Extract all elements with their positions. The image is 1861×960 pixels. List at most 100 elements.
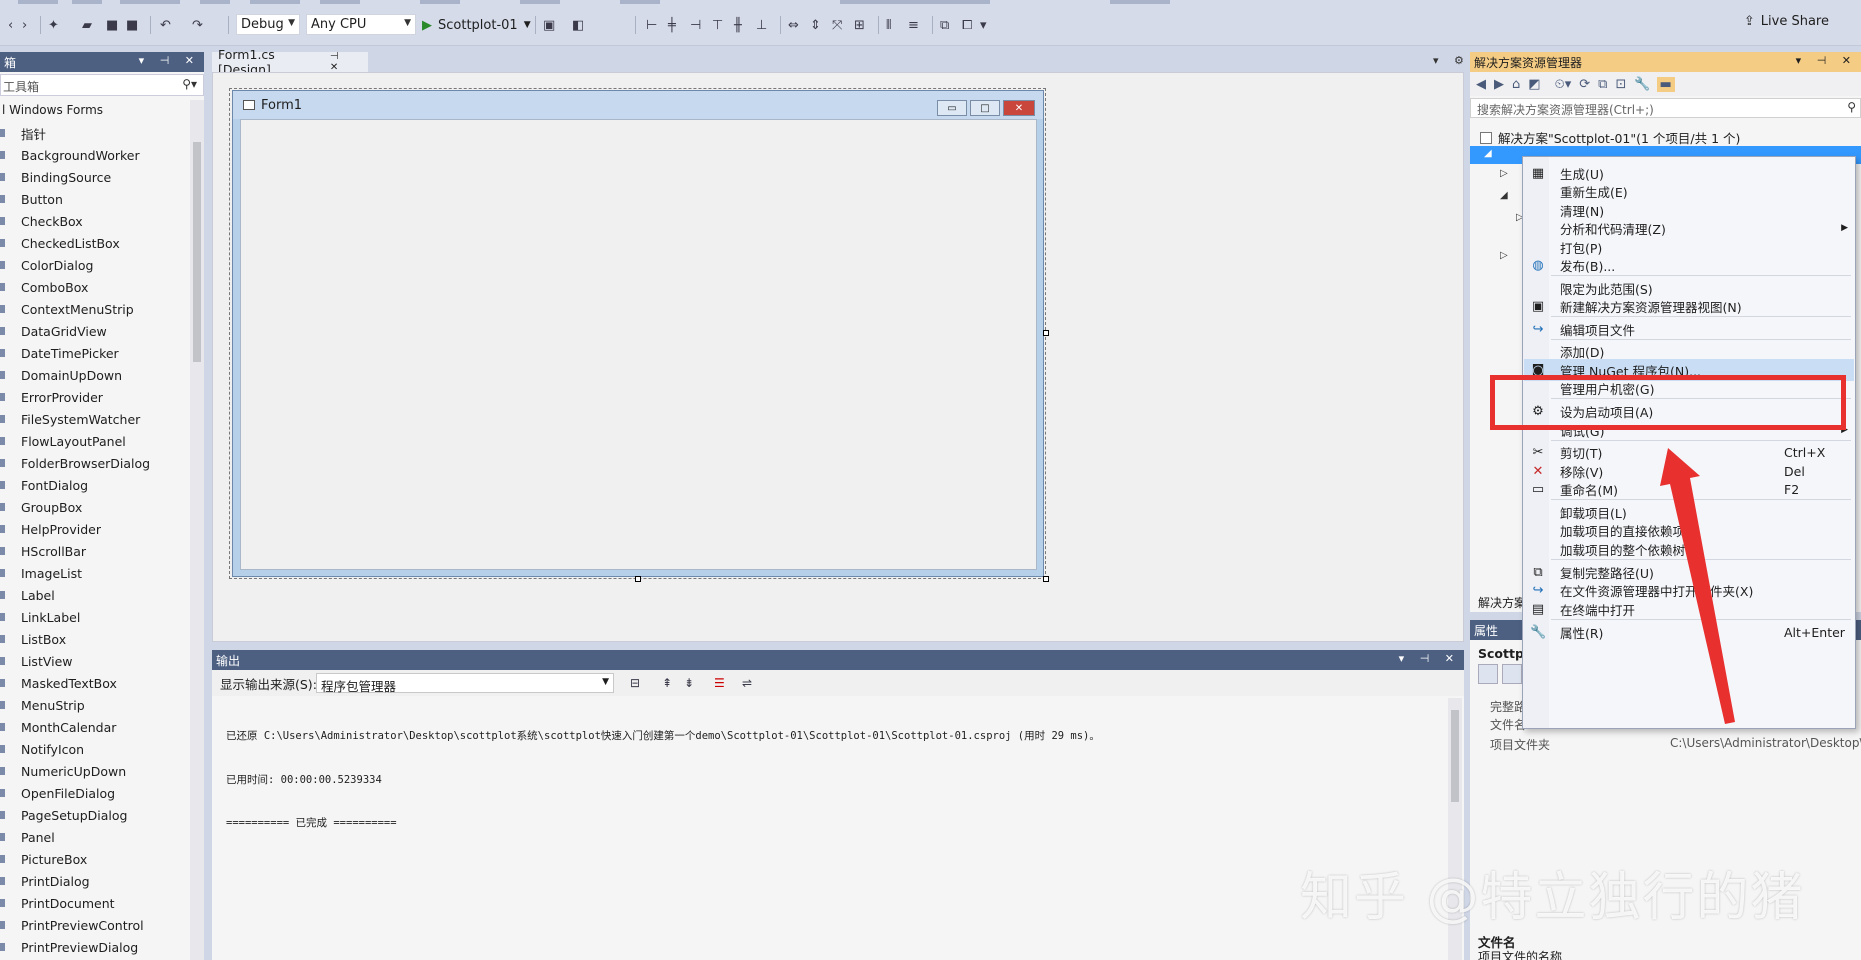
context-menu-item[interactable]: ▤ 在终端中打开 xyxy=(1524,598,1854,620)
configuration-select[interactable]: Debug ▼ xyxy=(236,14,300,35)
save-all-icon[interactable]: ■ xyxy=(126,12,138,38)
next-message-icon[interactable]: ⇟ xyxy=(684,670,694,696)
toolbox-item[interactable]: CheckedListBox xyxy=(0,232,190,254)
toolbox-item[interactable]: DataGridView xyxy=(0,320,190,342)
pin-close-icon[interactable]: ⊣ ✕ xyxy=(330,51,368,73)
collapse-all-icon[interactable]: ⧉ xyxy=(1598,77,1607,92)
back-icon[interactable]: ◀ xyxy=(1476,77,1486,92)
make-same-width-icon[interactable]: ⇔ xyxy=(788,12,799,38)
output-source-select[interactable]: 程序包管理器 ▼ xyxy=(316,673,614,694)
solution-root-node[interactable]: 解决方案"Scottplot-01"(1 个项目/共 1 个) xyxy=(1480,128,1740,147)
collapse-arrow-icon[interactable]: ◢ xyxy=(1500,190,1508,201)
live-share-button[interactable]: ⇪ Live Share xyxy=(1744,14,1829,29)
platform-select[interactable]: Any CPU ▼ xyxy=(306,14,416,35)
expand-arrow-icon[interactable]: ▷ xyxy=(1500,250,1508,261)
forward-icon[interactable]: ▶ xyxy=(1494,77,1504,92)
properties-wrench-icon[interactable]: 🔧 xyxy=(1634,77,1650,92)
toolbox-item[interactable]: HScrollBar xyxy=(0,540,190,562)
save-icon[interactable]: ■ xyxy=(106,12,118,38)
toolbox-scrollbar[interactable] xyxy=(190,100,204,960)
toolbox-search-input[interactable]: 工具箱 ⚲▾ xyxy=(0,74,204,96)
solution-search-input[interactable]: 搜索解决方案资源管理器(Ctrl+;) ⚲ xyxy=(1470,98,1861,118)
form1-window[interactable]: Form1 ▭ □ ✕ xyxy=(232,90,1044,577)
close-icon[interactable]: ✕ xyxy=(1003,100,1035,116)
toolbox-item[interactable]: PrintPreviewDialog xyxy=(0,936,190,958)
context-menu-item[interactable]: ◍ 发布(B)... xyxy=(1524,254,1854,276)
toolbox-item[interactable]: ListView xyxy=(0,650,190,672)
resize-grip-right[interactable] xyxy=(1043,330,1049,336)
switch-views-icon[interactable]: ◩ xyxy=(1528,77,1540,92)
toolbox-item[interactable]: PrintPreviewControl xyxy=(0,914,190,936)
toolbox-item[interactable]: BackgroundWorker xyxy=(0,144,190,166)
toolbox-item[interactable]: BindingSource xyxy=(0,166,190,188)
align-center-icon[interactable]: ╪ xyxy=(668,12,676,38)
make-same-height-icon[interactable]: ⇕ xyxy=(810,12,821,38)
toolbox-item[interactable]: NumericUpDown xyxy=(0,760,190,782)
toolbox-item[interactable]: OpenFileDialog xyxy=(0,782,190,804)
alphabetical-icon[interactable] xyxy=(1502,664,1522,684)
pending-changes-icon[interactable]: ⏲▾ xyxy=(1555,77,1572,92)
clear-all-icon[interactable]: ☰ xyxy=(714,670,725,696)
toolbox-item[interactable]: DomainUpDown xyxy=(0,364,190,386)
solution-explorer-tab[interactable]: 解决方案 xyxy=(1478,594,1526,611)
run-button[interactable]: ▶ Scottplot-01 ▼ xyxy=(422,14,531,36)
toolbox-item[interactable]: ListBox xyxy=(0,628,190,650)
new-project-icon[interactable]: ✦ xyxy=(48,12,59,38)
property-name[interactable]: 项目文件夹 xyxy=(1490,736,1550,753)
toolbox-group-windows-forms[interactable]: l Windows Forms xyxy=(0,100,103,120)
align-top-icon[interactable]: ⊤ xyxy=(712,12,723,38)
expand-arrow-icon[interactable]: ▷ xyxy=(1500,168,1508,179)
toolbox-item[interactable]: NotifyIcon xyxy=(0,738,190,760)
toolbox-item[interactable]: FolderBrowserDialog xyxy=(0,452,190,474)
bring-to-front-icon[interactable]: ⧉ xyxy=(940,12,949,38)
toolbox-item[interactable]: FileSystemWatcher xyxy=(0,408,190,430)
toolbox-item[interactable]: 指针 xyxy=(0,122,190,144)
toolbox-item[interactable]: MonthCalendar xyxy=(0,716,190,738)
toolbox-item[interactable]: HelpProvider xyxy=(0,518,190,540)
scrollbar-thumb[interactable] xyxy=(1451,710,1459,802)
screenshot-icon[interactable]: ◧ xyxy=(572,12,584,38)
property-value[interactable]: C:\Users\Administrator\Desktop\ xyxy=(1670,736,1861,750)
panel-controls[interactable]: ▾ ⊣ ✕ xyxy=(139,54,200,67)
browser-link-icon[interactable]: ▣ xyxy=(543,12,555,38)
align-right-icon[interactable]: ⊣ xyxy=(690,12,701,38)
context-menu-item[interactable]: ↪ 编辑项目文件 xyxy=(1524,318,1854,340)
toolbox-item[interactable]: ContextMenuStrip xyxy=(0,298,190,320)
sync-icon[interactable]: ⟳ xyxy=(1579,77,1590,92)
toolbox-item[interactable]: MaskedTextBox xyxy=(0,672,190,694)
context-menu-item[interactable]: 🔧 属性(R) Alt+Enter xyxy=(1524,621,1854,643)
undo-icon[interactable]: ↶ xyxy=(160,12,171,38)
search-icon[interactable]: ⚲ xyxy=(1847,100,1856,114)
open-folder-icon[interactable]: ▰ xyxy=(82,12,92,38)
toolbox-item[interactable]: Button xyxy=(0,188,190,210)
overflow-chevron-icon[interactable]: ▾ xyxy=(980,12,987,38)
send-to-back-icon[interactable]: ⧠ xyxy=(962,12,972,38)
preview-icon[interactable]: ▬ xyxy=(1656,76,1675,92)
toolbox-item[interactable]: GroupBox xyxy=(0,496,190,518)
panel-controls[interactable]: ▾ ⊣ ✕ xyxy=(1796,54,1857,67)
categorized-icon[interactable] xyxy=(1478,664,1498,684)
toolbox-item[interactable]: LinkLabel xyxy=(0,606,190,628)
toolbox-item[interactable]: ErrorProvider xyxy=(0,386,190,408)
toolbox-item[interactable]: ImageList xyxy=(0,562,190,584)
redo-icon[interactable]: ↷ xyxy=(192,12,203,38)
collapse-arrow-icon[interactable]: ◢ xyxy=(1484,148,1492,159)
toolbox-item[interactable]: ColorDialog xyxy=(0,254,190,276)
panel-controls[interactable]: ▾ ⊣ ✕ xyxy=(1399,652,1460,665)
context-menu-item[interactable]: 加载项目的整个依赖树 xyxy=(1524,538,1854,560)
maximize-icon[interactable]: □ xyxy=(970,100,1000,116)
back-icon[interactable]: ‹ xyxy=(8,12,13,38)
toolbox-item[interactable]: PrintDocument xyxy=(0,892,190,914)
toolbox-item[interactable]: PageSetupDialog xyxy=(0,804,190,826)
make-same-size-icon[interactable]: ⤧ xyxy=(832,12,842,38)
tab-form1-design[interactable]: Form1.cs [Design] ⊣ ✕ xyxy=(212,47,368,77)
resize-grip-corner[interactable] xyxy=(1043,576,1049,582)
form-client-area[interactable] xyxy=(240,119,1037,570)
align-bottom-icon[interactable]: ⊥ xyxy=(756,12,767,38)
tab-well-controls[interactable]: ▾ ⚙ xyxy=(1433,54,1470,67)
minimize-icon[interactable]: ▭ xyxy=(937,100,967,116)
previous-message-icon[interactable]: ⇞ xyxy=(662,670,672,696)
align-left-icon[interactable]: ⊢ xyxy=(646,12,657,38)
search-icon[interactable]: ⚲▾ xyxy=(182,77,197,91)
forward-icon[interactable]: › xyxy=(22,12,27,38)
